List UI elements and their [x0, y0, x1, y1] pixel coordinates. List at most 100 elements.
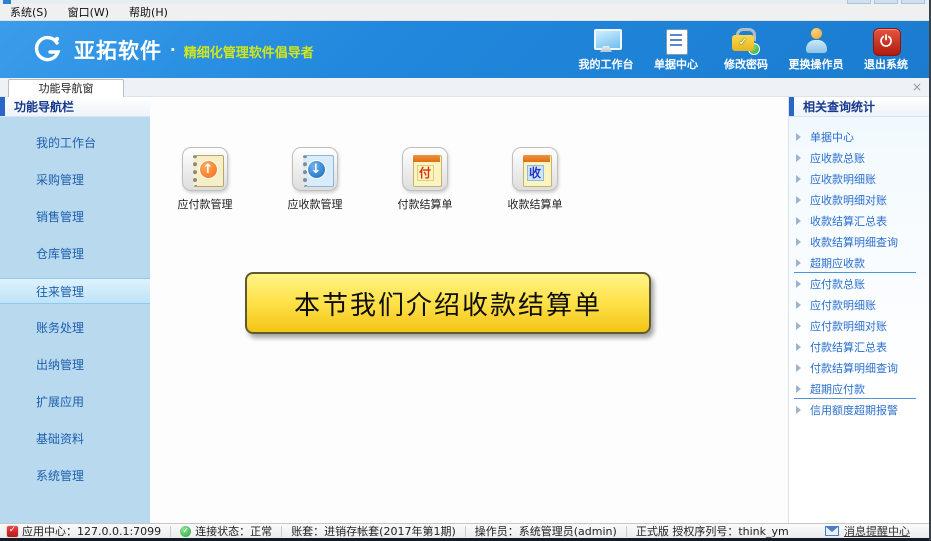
query-link[interactable]: 应付款明细账 [789, 294, 929, 315]
related-query-panel: 相关查询统计 单据中心 应收款总账 应收款明细账 [788, 97, 929, 523]
sidebar-item[interactable]: 仓库管理 [0, 241, 150, 267]
triangle-right-icon [796, 280, 801, 288]
query-link[interactable]: 信用额度超期报警 [789, 399, 929, 420]
query-link-label: 信用额度超期报警 [810, 402, 898, 418]
menu-item[interactable]: 系统(S) [6, 4, 58, 20]
query-link-label: 超期应付款 [810, 381, 865, 397]
maximize-button[interactable] [874, 0, 898, 4]
sidebar-item[interactable]: 系统管理 [0, 463, 150, 489]
sidebar-item[interactable]: 基础资料 [0, 426, 150, 452]
close-tab-icon[interactable]: × [912, 79, 922, 96]
shortcut[interactable]: ↓ 应收款管理 [279, 147, 351, 212]
accent-bar [789, 97, 794, 116]
query-link[interactable]: 超期应付款 [789, 378, 929, 399]
shortcut[interactable]: 付 付款结算单 [389, 147, 461, 212]
triangle-right-icon [796, 133, 801, 141]
window-controls[interactable] [847, 0, 925, 4]
query-link[interactable]: 应付款总账 [789, 273, 929, 294]
status-operator: 操作员：系统管理员(admin) [466, 526, 627, 537]
content-area: 功能导航栏 我的工作台 采购管理 销售管理 仓库管理 往来管理 账务处理 出纳管… [0, 97, 929, 523]
tab-strip: 功能导航窗 × [0, 78, 929, 97]
brand-logo-icon [30, 35, 64, 65]
triangle-right-icon [796, 196, 801, 204]
shortcut-label: 应付款管理 [178, 196, 233, 212]
sidebar-item[interactable]: 账务处理 [0, 315, 150, 341]
header-action[interactable]: 退出系统 [851, 28, 921, 72]
status-account-set: 账套：进销存帐套(2017年第1期) [282, 526, 466, 537]
sidebar-header: 功能导航栏 [0, 97, 150, 117]
query-link[interactable]: 付款结算汇总表 [789, 336, 929, 357]
triangle-right-icon [796, 259, 801, 267]
status-bar: 应用中心：127.0.0.1:7099 连接状态：正常 账套：进销存帐套(201… [0, 523, 929, 538]
header-action[interactable]: 单据中心 [641, 28, 711, 72]
header-action-label: 修改密码 [711, 56, 781, 72]
app-window: 系统(S) 窗口(W) 帮助(H) 亚拓软件 · 精细化管理软件倡导者 我的工作… [0, 0, 931, 541]
shortcut-label: 收款结算单 [508, 196, 563, 212]
shortcut-glyph: ↓ [307, 160, 326, 179]
triangle-right-icon [796, 343, 801, 351]
query-link-label: 收款结算明细查询 [810, 234, 898, 250]
document-center-icon [661, 28, 691, 54]
query-link[interactable]: 应收款明细对账 [789, 189, 929, 210]
brand-separator: · [170, 41, 176, 59]
workbench-monitor-icon [591, 28, 621, 54]
receipt-note-icon: 收 [512, 147, 558, 191]
menu-item[interactable]: 窗口(W) [64, 4, 119, 20]
triangle-right-icon [796, 301, 801, 309]
query-link[interactable]: 应收款明细账 [789, 168, 929, 189]
close-button[interactable] [901, 0, 925, 4]
shortcut-glyph: 付 [417, 165, 434, 181]
shortcut[interactable]: 收 收款结算单 [499, 147, 571, 212]
query-link-label: 单据中心 [810, 129, 854, 145]
menu-bar: 系统(S) 窗口(W) 帮助(H) [0, 4, 929, 21]
header-action[interactable]: 修改密码 [711, 28, 781, 72]
query-link-label: 收款结算汇总表 [810, 213, 887, 229]
query-link[interactable]: 付款结算明细查询 [789, 357, 929, 378]
shortcut-glyph: 收 [527, 165, 544, 181]
app-header: 亚拓软件 · 精细化管理软件倡导者 我的工作台 单据中心 修改密码 [0, 21, 929, 78]
query-link-list: 单据中心 应收款总账 应收款明细账 应收款明细对账 [789, 117, 929, 523]
header-action[interactable]: 更换操作员 [781, 28, 851, 72]
triangle-right-icon [796, 217, 801, 225]
menu-item[interactable]: 帮助(H) [125, 4, 178, 20]
status-message-center[interactable]: 消息提醒中心 [825, 523, 924, 539]
sidebar-item[interactable]: 往来管理 [0, 278, 150, 304]
shortcut-label: 应收款管理 [288, 196, 343, 212]
query-link[interactable]: 收款结算汇总表 [789, 210, 929, 231]
query-link-label: 付款结算明细查询 [810, 360, 898, 376]
sidebar-item[interactable]: 采购管理 [0, 167, 150, 193]
query-link-label: 应付款明细账 [810, 297, 876, 313]
tab-function-nav[interactable]: 功能导航窗 [8, 79, 124, 97]
query-link-label: 应收款明细对账 [810, 192, 887, 208]
message-center-link[interactable]: 消息提醒中心 [844, 523, 910, 539]
query-link-label: 应收款明细账 [810, 171, 876, 187]
shortcut[interactable]: ↑ 应付款管理 [169, 147, 241, 212]
receivable-notebook-icon: ↓ [292, 147, 338, 191]
query-link[interactable]: 应付款明细对账 [789, 315, 929, 336]
payable-notebook-icon: ↑ [182, 147, 228, 191]
query-link-label: 超期应收款 [810, 255, 865, 271]
header-action-label: 单据中心 [641, 56, 711, 72]
shortcut-glyph: ↑ [199, 160, 218, 179]
query-link[interactable]: 应收款总账 [789, 147, 929, 168]
shortcut-label: 付款结算单 [398, 196, 453, 212]
sidebar-item[interactable]: 扩展应用 [0, 389, 150, 415]
minimize-button[interactable] [847, 0, 871, 4]
right-panel-header: 相关查询统计 [789, 97, 929, 117]
brand-name: 亚拓软件 [74, 35, 162, 65]
triangle-right-icon [796, 385, 801, 393]
exit-power-icon [871, 28, 901, 54]
sidebar-list: 我的工作台 采购管理 销售管理 仓库管理 往来管理 账务处理 出纳管理 扩展应用… [0, 117, 150, 523]
sidebar-item[interactable]: 出纳管理 [0, 352, 150, 378]
header-action[interactable]: 我的工作台 [571, 28, 641, 72]
payment-note-icon: 付 [402, 147, 448, 191]
query-link[interactable]: 超期应收款 [789, 252, 929, 273]
query-link[interactable]: 单据中心 [789, 126, 929, 147]
sidebar-item[interactable]: 我的工作台 [0, 130, 150, 156]
triangle-right-icon [796, 364, 801, 372]
sidebar-item[interactable]: 销售管理 [0, 204, 150, 230]
sidebar: 功能导航栏 我的工作台 采购管理 销售管理 仓库管理 往来管理 账务处理 出纳管… [0, 97, 150, 523]
triangle-right-icon [796, 175, 801, 183]
query-link-label: 应付款总账 [810, 276, 865, 292]
query-link[interactable]: 收款结算明细查询 [789, 231, 929, 252]
